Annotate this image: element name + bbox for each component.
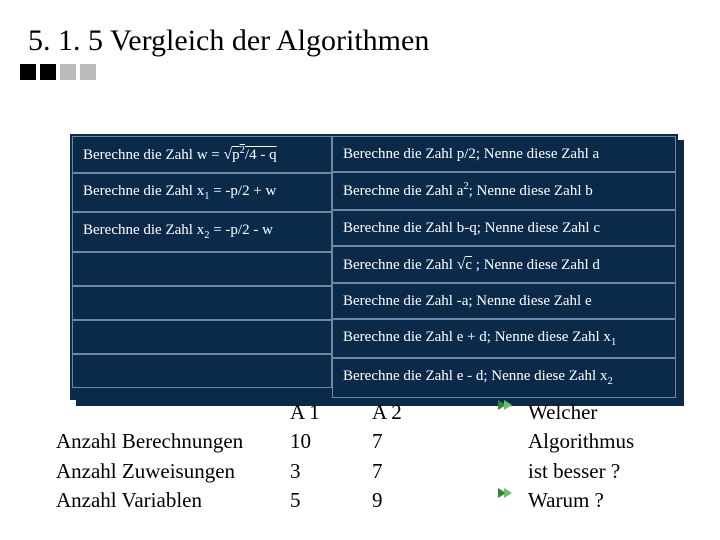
metrics-col-a2: A 2 7 7 9 — [372, 398, 454, 516]
slide-title: 5. 1. 5 Vergleich der Algorithmen — [28, 24, 429, 58]
square-icon — [40, 64, 56, 80]
col-head: A 1 — [290, 398, 372, 427]
question-text: Algorithmus — [528, 429, 634, 453]
alg-step: Berechne die Zahl a2; Nenne diese Zahl b — [332, 172, 676, 209]
metric-value: 5 — [290, 486, 372, 515]
alg-step: Berechne die Zahl x2 = -p/2 - w — [72, 212, 332, 251]
metrics-block: Anzahl Berechnungen Anzahl Zuweisungen A… — [56, 398, 454, 516]
alg-step: Berechne die Zahl e - d; Nenne diese Zah… — [332, 358, 676, 397]
question-line: ist besser ? — [528, 457, 634, 486]
alg-step: Berechne die Zahl -a; Nenne diese Zahl e — [332, 283, 676, 319]
square-icon — [20, 64, 36, 80]
bullet-icon — [496, 486, 514, 500]
spacer — [56, 398, 290, 427]
algorithm-col-a2: Berechne die Zahl p/2; Nenne diese Zahl … — [332, 136, 676, 398]
metric-value: 9 — [372, 486, 454, 515]
metric-label: Anzahl Zuweisungen — [56, 457, 290, 486]
alg-step: Berechne die Zahl w = √p2/4 - q — [72, 136, 332, 173]
metric-value: 3 — [290, 457, 372, 486]
question-line: Algorithmus — [528, 427, 634, 456]
square-icon — [80, 64, 96, 80]
metrics-col-a1: A 1 10 3 5 — [290, 398, 372, 516]
question-text: Welcher — [528, 400, 597, 424]
empty-cell — [72, 320, 332, 354]
alg-step: Berechne die Zahl e + d; Nenne diese Zah… — [332, 319, 676, 358]
alg-step: Berechne die Zahl x1 = -p/2 + w — [72, 173, 332, 212]
question-text: Warum ? — [528, 488, 604, 512]
question-text: ist besser ? — [528, 459, 620, 483]
empty-cell — [72, 286, 332, 320]
decorative-squares — [20, 64, 96, 80]
alg-step: Berechne die Zahl b-q; Nenne diese Zahl … — [332, 210, 676, 246]
metric-value: 7 — [372, 457, 454, 486]
empty-cell — [72, 252, 332, 286]
algorithm-col-a1: Berechne die Zahl w = √p2/4 - q Berechne… — [72, 136, 332, 398]
empty-cell — [72, 354, 332, 388]
alg-step: Berechne die Zahl p/2; Nenne diese Zahl … — [332, 136, 676, 172]
metric-value: 10 — [290, 427, 372, 456]
alg-step: Berechne die Zahl √c ; Nenne diese Zahl … — [332, 246, 676, 283]
col-head: A 2 — [372, 398, 454, 427]
square-icon — [60, 64, 76, 80]
metric-label: Anzahl Variablen — [56, 486, 290, 515]
question-line: Warum ? — [528, 486, 634, 515]
metric-label: Anzahl Berechnungen — [56, 427, 290, 456]
slide: 5. 1. 5 Vergleich der Algorithmen Berech… — [0, 0, 720, 540]
question-block: Welcher Algorithmus ist besser ? Warum ? — [528, 398, 634, 516]
metric-value: 7 — [372, 427, 454, 456]
metrics-labels: Anzahl Berechnungen Anzahl Zuweisungen A… — [56, 398, 290, 516]
algorithm-table: Berechne die Zahl w = √p2/4 - q Berechne… — [70, 134, 678, 400]
bullet-icon — [496, 398, 514, 412]
question-line: Welcher — [528, 398, 634, 427]
